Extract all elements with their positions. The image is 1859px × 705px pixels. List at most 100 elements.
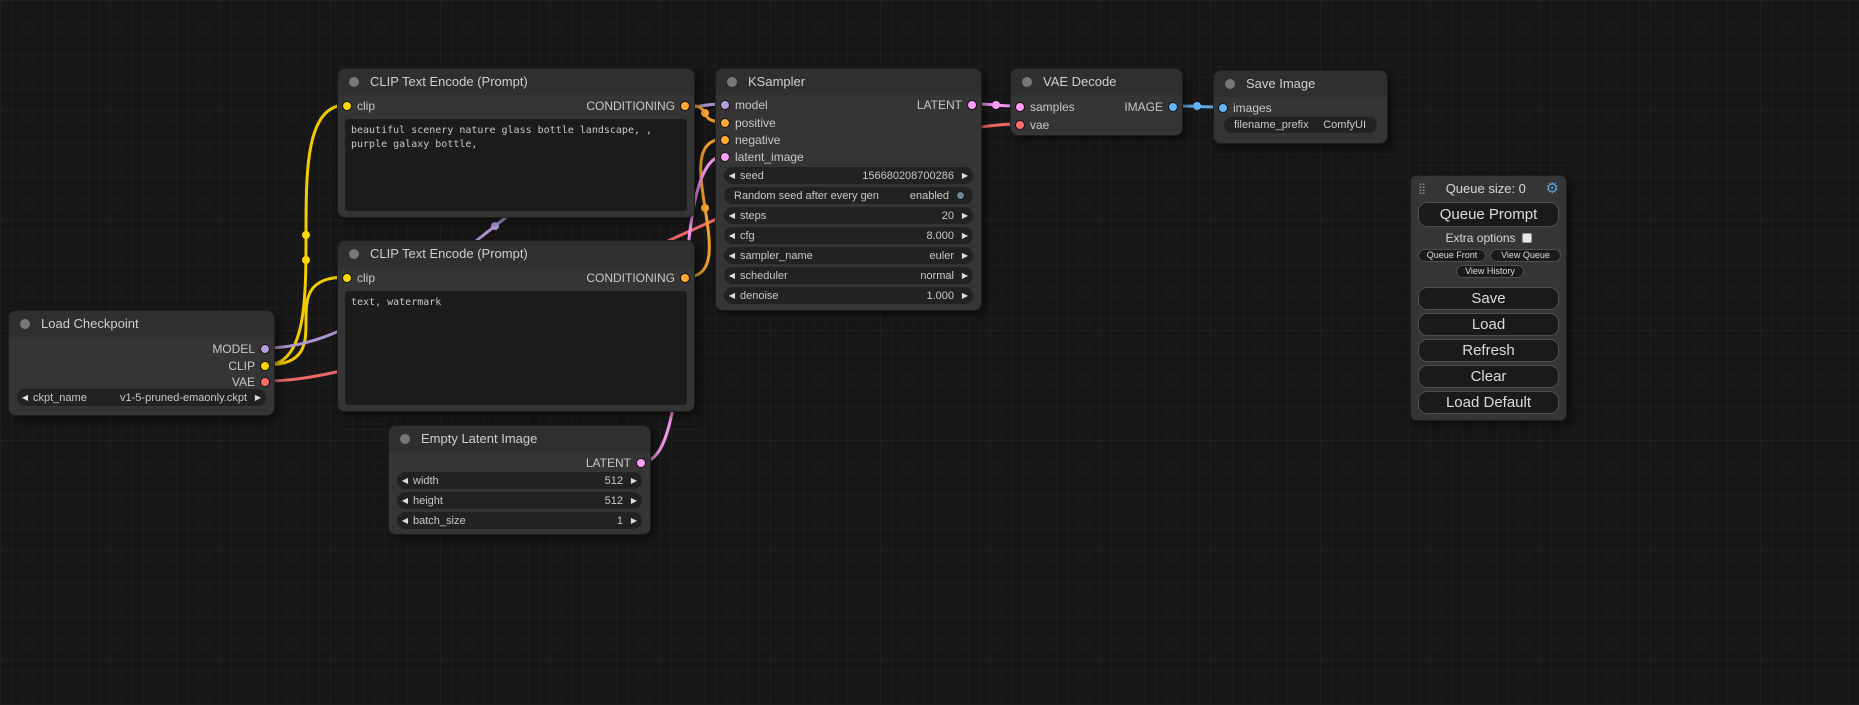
input-slot-latent-image[interactable]: latent_image xyxy=(716,150,981,164)
input-slot-images[interactable]: images xyxy=(1214,101,1387,115)
decrement-arrow-icon[interactable]: ◀ xyxy=(397,472,413,489)
increment-arrow-icon[interactable]: ▶ xyxy=(626,472,642,489)
output-slot-model[interactable]: MODEL xyxy=(9,342,274,356)
node-title-bar[interactable]: CLIP Text Encode (Prompt) xyxy=(338,69,694,95)
load-default-button[interactable]: Load Default xyxy=(1418,391,1559,414)
node-title-bar[interactable]: VAE Decode xyxy=(1011,69,1182,95)
output-slot-image[interactable]: IMAGE xyxy=(1011,100,1182,114)
denoise-widget[interactable]: ◀ denoise 1.000 ▶ xyxy=(724,287,973,304)
node-clip-text-encode-positive[interactable]: CLIP Text Encode (Prompt) clip CONDITION… xyxy=(337,68,695,218)
refresh-button[interactable]: Refresh xyxy=(1418,339,1559,362)
node-load-checkpoint[interactable]: Load Checkpoint MODEL CLIP VAE ◀ ckpt_na… xyxy=(8,310,275,416)
settings-gear-icon[interactable]: ⚙ xyxy=(1546,179,1559,197)
drag-handle-icon[interactable]: ⣿ xyxy=(1418,182,1426,195)
output-slot-conditioning[interactable]: CONDITIONING xyxy=(338,271,694,285)
sampler-name-widget[interactable]: ◀ sampler_name euler ▶ xyxy=(724,247,973,264)
output-slot-latent[interactable]: LATENT xyxy=(716,98,981,112)
node-title-bar[interactable]: Save Image xyxy=(1214,71,1387,97)
decrement-arrow-icon[interactable]: ◀ xyxy=(724,247,740,264)
batch-size-widget[interactable]: ◀ batch_size 1 ▶ xyxy=(397,512,642,529)
decrement-arrow-icon[interactable]: ◀ xyxy=(397,512,413,529)
increment-arrow-icon[interactable]: ▶ xyxy=(250,389,266,406)
decrement-arrow-icon[interactable]: ◀ xyxy=(724,227,740,244)
increment-arrow-icon[interactable]: ▶ xyxy=(957,287,973,304)
positive-prompt-textarea[interactable]: beautiful scenery nature glass bottle la… xyxy=(345,119,687,211)
node-title: Save Image xyxy=(1246,76,1315,91)
slot-dot-latent[interactable] xyxy=(967,100,977,110)
increment-arrow-icon[interactable]: ▶ xyxy=(957,267,973,284)
decrement-arrow-icon[interactable]: ◀ xyxy=(724,267,740,284)
clear-button[interactable]: Clear xyxy=(1418,365,1559,388)
slot-dot-conditioning[interactable] xyxy=(720,118,730,128)
input-slot-vae[interactable]: vae xyxy=(1011,118,1182,132)
slot-dot-conditioning[interactable] xyxy=(680,101,690,111)
slot-dot-conditioning[interactable] xyxy=(680,273,690,283)
collapse-toggle-icon[interactable] xyxy=(349,77,359,87)
node-empty-latent-image[interactable]: Empty Latent Image LATENT ◀ width 512 ▶ … xyxy=(388,425,651,535)
collapse-toggle-icon[interactable] xyxy=(1022,77,1032,87)
wire-midpoint-dot xyxy=(302,256,310,264)
steps-widget[interactable]: ◀ steps 20 ▶ xyxy=(724,207,973,224)
decrement-arrow-icon[interactable]: ◀ xyxy=(724,207,740,224)
node-vae-decode[interactable]: VAE Decode samples vae IMAGE xyxy=(1010,68,1183,136)
node-title-bar[interactable]: KSampler xyxy=(716,69,981,95)
seed-widget[interactable]: ◀ seed 156680208700286 ▶ xyxy=(724,167,973,184)
height-widget[interactable]: ◀ height 512 ▶ xyxy=(397,492,642,509)
input-slot-positive[interactable]: positive xyxy=(716,116,981,130)
decrement-arrow-icon[interactable]: ◀ xyxy=(724,167,740,184)
output-slot-vae[interactable]: VAE xyxy=(9,375,274,389)
increment-arrow-icon[interactable]: ▶ xyxy=(957,247,973,264)
ckpt-name-widget[interactable]: ◀ ckpt_name v1-5-pruned-emaonly.ckpt ▶ xyxy=(17,389,266,406)
negative-prompt-textarea[interactable]: text, watermark xyxy=(345,291,687,405)
collapse-toggle-icon[interactable] xyxy=(727,77,737,87)
node-save-image[interactable]: Save Image images filename_prefix ComfyU… xyxy=(1213,70,1388,144)
input-slot-negative[interactable]: negative xyxy=(716,133,981,147)
output-slot-latent[interactable]: LATENT xyxy=(389,456,650,470)
node-title-bar[interactable]: Load Checkpoint xyxy=(9,311,274,337)
scheduler-widget[interactable]: ◀ scheduler normal ▶ xyxy=(724,267,973,284)
slot-dot-latent[interactable] xyxy=(636,458,646,468)
slot-dot-image[interactable] xyxy=(1168,102,1178,112)
filename-prefix-widget[interactable]: filename_prefix ComfyUI xyxy=(1224,117,1377,133)
increment-arrow-icon[interactable]: ▶ xyxy=(626,492,642,509)
cfg-widget[interactable]: ◀ cfg 8.000 ▶ xyxy=(724,227,973,244)
collapse-toggle-icon[interactable] xyxy=(400,434,410,444)
slot-dot-clip[interactable] xyxy=(260,361,270,371)
slot-dot-latent[interactable] xyxy=(720,152,730,162)
collapse-toggle-icon[interactable] xyxy=(1225,79,1235,89)
save-button[interactable]: Save xyxy=(1418,287,1559,310)
slot-label: MODEL xyxy=(212,342,255,356)
increment-arrow-icon[interactable]: ▶ xyxy=(957,167,973,184)
random-seed-toggle-widget[interactable]: Random seed after every gen enabled xyxy=(724,187,973,204)
extra-options-checkbox[interactable] xyxy=(1522,233,1532,243)
slot-dot-vae[interactable] xyxy=(1015,120,1025,130)
decrement-arrow-icon[interactable]: ◀ xyxy=(397,492,413,509)
slot-dot-vae[interactable] xyxy=(260,377,270,387)
node-title-bar[interactable]: CLIP Text Encode (Prompt) xyxy=(338,241,694,267)
slot-dot-conditioning[interactable] xyxy=(720,135,730,145)
slot-dot-image[interactable] xyxy=(1218,103,1228,113)
decrement-arrow-icon[interactable]: ◀ xyxy=(17,389,33,406)
widget-label: sampler_name xyxy=(740,250,813,262)
slot-dot-model[interactable] xyxy=(260,344,270,354)
collapse-toggle-icon[interactable] xyxy=(20,319,30,329)
output-slot-clip[interactable]: CLIP xyxy=(9,359,274,373)
increment-arrow-icon[interactable]: ▶ xyxy=(626,512,642,529)
node-clip-text-encode-negative[interactable]: CLIP Text Encode (Prompt) clip CONDITION… xyxy=(337,240,695,412)
toggle-indicator-icon[interactable] xyxy=(956,191,965,200)
queue-menu-panel[interactable]: ⣿ Queue size: 0 ⚙ Queue Prompt Extra opt… xyxy=(1410,175,1567,421)
view-history-button[interactable]: View History xyxy=(1456,265,1524,278)
queue-prompt-button[interactable]: Queue Prompt xyxy=(1418,202,1559,227)
view-queue-button[interactable]: View Queue xyxy=(1490,249,1561,262)
collapse-toggle-icon[interactable] xyxy=(349,249,359,259)
increment-arrow-icon[interactable]: ▶ xyxy=(957,227,973,244)
decrement-arrow-icon[interactable]: ◀ xyxy=(724,287,740,304)
queue-front-button[interactable]: Queue Front xyxy=(1418,249,1486,262)
width-widget[interactable]: ◀ width 512 ▶ xyxy=(397,472,642,489)
node-graph-canvas[interactable]: Load Checkpoint MODEL CLIP VAE ◀ ckpt_na… xyxy=(0,0,1859,705)
increment-arrow-icon[interactable]: ▶ xyxy=(957,207,973,224)
output-slot-conditioning[interactable]: CONDITIONING xyxy=(338,99,694,113)
load-button[interactable]: Load xyxy=(1418,313,1559,336)
node-ksampler[interactable]: KSampler model positive negative latent_… xyxy=(715,68,982,311)
node-title-bar[interactable]: Empty Latent Image xyxy=(389,426,650,452)
